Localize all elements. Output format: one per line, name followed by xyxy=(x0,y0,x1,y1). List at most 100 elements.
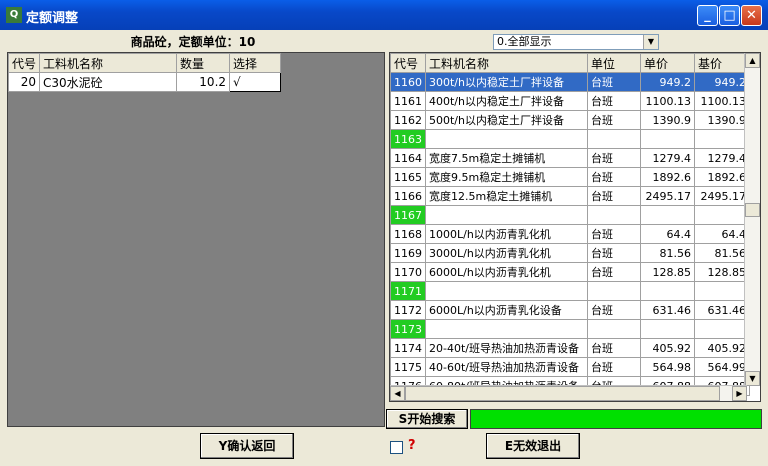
cell-price: 631.46 xyxy=(640,300,695,320)
cell-code: 1175 xyxy=(390,357,426,377)
table-row[interactable]: 1171 xyxy=(390,281,750,301)
cell-price: 405.92 xyxy=(640,338,695,358)
cell-base: 128.85 xyxy=(694,262,750,282)
left-header: 商品砼，定额单位：10 xyxy=(130,35,256,49)
cell-unit: 台班 xyxy=(587,243,641,263)
table-row[interactable]: 1172 6000L/h以内沥青乳化设备 台班 631.46 631.46 xyxy=(390,300,750,320)
col-name: 工料机名称 xyxy=(39,53,178,73)
cell-unit: 台班 xyxy=(587,167,641,187)
table-row[interactable]: 1175 40-60t/班导热油加热沥青设备 台班 564.98 564.99 xyxy=(390,357,750,377)
maximize-button[interactable]: □ xyxy=(719,5,740,26)
cell-code: 1169 xyxy=(390,243,426,263)
col-name: 工料机名称 xyxy=(425,53,588,73)
hscroll-thumb[interactable] xyxy=(405,386,720,401)
cell-unit: 台班 xyxy=(587,224,641,244)
dialog-client: 商品砼，定额单位：10 0.全部显示 ▼ 代号 工料机名称 数量 选择 20 C… xyxy=(3,30,765,463)
right-table: 代号 工料机名称 单位 单价 基价 1160 300t/h以内稳定土厂拌设备 台班 9… xyxy=(390,53,750,396)
cell-qty[interactable]: 10.2 xyxy=(176,72,231,92)
cell-base: 1892.6 xyxy=(694,167,750,187)
cell-name: 1000L/h以内沥青乳化机 xyxy=(425,224,588,244)
cell-code: 1174 xyxy=(390,338,426,358)
cell-base: 564.99 xyxy=(694,357,750,377)
cell-name: 20-40t/班导热油加热沥青设备 xyxy=(425,338,588,358)
cell-base xyxy=(694,205,750,225)
table-row[interactable]: 1167 xyxy=(390,205,750,225)
confirm-button[interactable]: Y确认返回 xyxy=(200,433,294,459)
table-row[interactable]: 1160 300t/h以内稳定土厂拌设备 台班 949.2 949.2 xyxy=(390,72,750,92)
table-row[interactable]: 20 C30水泥砼 10.2 √ xyxy=(7,72,282,92)
cell-price: 1279.4 xyxy=(640,148,695,168)
cell-name: 宽度9.5m稳定土摊铺机 xyxy=(425,167,588,187)
filter-selected: 0.全部显示 xyxy=(497,35,552,48)
scroll-thumb[interactable] xyxy=(745,203,760,217)
table-row[interactable]: 1163 xyxy=(390,129,750,149)
cell-base: 1279.4 xyxy=(694,148,750,168)
cell-base: 64.4 xyxy=(694,224,750,244)
cell-name: 400t/h以内稳定土厂拌设备 xyxy=(425,91,588,111)
col-code: 代号 xyxy=(7,53,41,73)
table-row[interactable]: 1164 宽度7.5m稳定土摊铺机 台班 1279.4 1279.4 xyxy=(390,148,750,168)
table-row[interactable]: 1161 400t/h以内稳定土厂拌设备 台班 1100.13 1100.13 xyxy=(390,91,750,111)
cell-base: 405.92 xyxy=(694,338,750,358)
cell-name: 宽度12.5m稳定土摊铺机 xyxy=(425,186,588,206)
cell-price xyxy=(640,319,695,339)
col-unit: 单位 xyxy=(587,53,641,73)
search-button[interactable]: S开始搜索 xyxy=(386,409,468,429)
cell-name: 6000L/h以内沥青乳化机 xyxy=(425,262,588,282)
cell-code: 1167 xyxy=(390,205,426,225)
cell-price: 2495.17 xyxy=(640,186,695,206)
cell-code: 1166 xyxy=(390,186,426,206)
close-button[interactable]: ✕ xyxy=(741,5,762,26)
scroll-down-icon[interactable]: ▼ xyxy=(745,371,760,386)
cell-base xyxy=(694,319,750,339)
progress-bar xyxy=(470,409,762,429)
help-icon: ? xyxy=(408,438,416,453)
cell-code: 1172 xyxy=(390,300,426,320)
table-row[interactable]: 1174 20-40t/班导热油加热沥青设备 台班 405.92 405.92 xyxy=(390,338,750,358)
cell-unit: 台班 xyxy=(587,91,641,111)
cell-price xyxy=(640,205,695,225)
table-row[interactable]: 1166 宽度12.5m稳定土摊铺机 台班 2495.17 2495.17 xyxy=(390,186,750,206)
cell-price: 128.85 xyxy=(640,262,695,282)
table-row[interactable]: 1173 xyxy=(390,319,750,339)
right-grid: 代号 工料机名称 单位 单价 基价 1160 300t/h以内稳定土厂拌设备 台班 9… xyxy=(389,52,761,402)
cell-code: 1170 xyxy=(390,262,426,282)
table-row[interactable]: 1169 3000L/h以内沥青乳化机 台班 81.56 81.56 xyxy=(390,243,750,263)
cell-name: 6000L/h以内沥青乳化设备 xyxy=(425,300,588,320)
scroll-right-icon[interactable]: ▶ xyxy=(732,386,747,401)
table-row[interactable]: 1162 500t/h以内稳定土厂拌设备 台班 1390.9 1390.9 xyxy=(390,110,750,130)
cell-base xyxy=(694,129,750,149)
col-qty: 数量 xyxy=(176,53,231,73)
chevron-down-icon[interactable]: ▼ xyxy=(643,35,658,49)
col-select: 选择 xyxy=(229,53,282,73)
cell-code: 1160 xyxy=(390,72,426,92)
table-row[interactable]: 1170 6000L/h以内沥青乳化机 台班 128.85 128.85 xyxy=(390,262,750,282)
filter-dropdown[interactable]: 0.全部显示 ▼ xyxy=(493,34,659,50)
scroll-up-icon[interactable]: ▲ xyxy=(745,53,760,68)
cell-unit xyxy=(587,319,641,339)
minimize-button[interactable]: _ xyxy=(697,5,718,26)
cell-unit: 台班 xyxy=(587,300,641,320)
cell-unit: 台班 xyxy=(587,338,641,358)
cell-unit xyxy=(587,129,641,149)
option-checkbox[interactable] xyxy=(390,441,403,454)
cell-code: 1162 xyxy=(390,110,426,130)
cell-unit xyxy=(587,281,641,301)
table-row[interactable]: 1168 1000L/h以内沥青乳化机 台班 64.4 64.4 xyxy=(390,224,750,244)
cell-code: 1165 xyxy=(390,167,426,187)
cell-name: 500t/h以内稳定土厂拌设备 xyxy=(425,110,588,130)
cell-base: 949.2 xyxy=(694,72,750,92)
cell-base: 81.56 xyxy=(694,243,750,263)
col-code: 代号 xyxy=(390,53,426,73)
scroll-left-icon[interactable]: ◀ xyxy=(390,386,405,401)
table-row[interactable]: 1165 宽度9.5m稳定土摊铺机 台班 1892.6 1892.6 xyxy=(390,167,750,187)
horizontal-scrollbar[interactable]: ◀ ▶ xyxy=(390,385,747,401)
vertical-scrollbar[interactable]: ▲ ▼ xyxy=(744,53,760,386)
cell-code: 1163 xyxy=(390,129,426,149)
cell-select[interactable]: √ xyxy=(229,72,282,92)
cell-code: 1161 xyxy=(390,91,426,111)
cell-name: 300t/h以内稳定土厂拌设备 xyxy=(425,72,588,92)
cell-base: 631.46 xyxy=(694,300,750,320)
cell-code: 1164 xyxy=(390,148,426,168)
cancel-button[interactable]: E无效退出 xyxy=(486,433,580,459)
